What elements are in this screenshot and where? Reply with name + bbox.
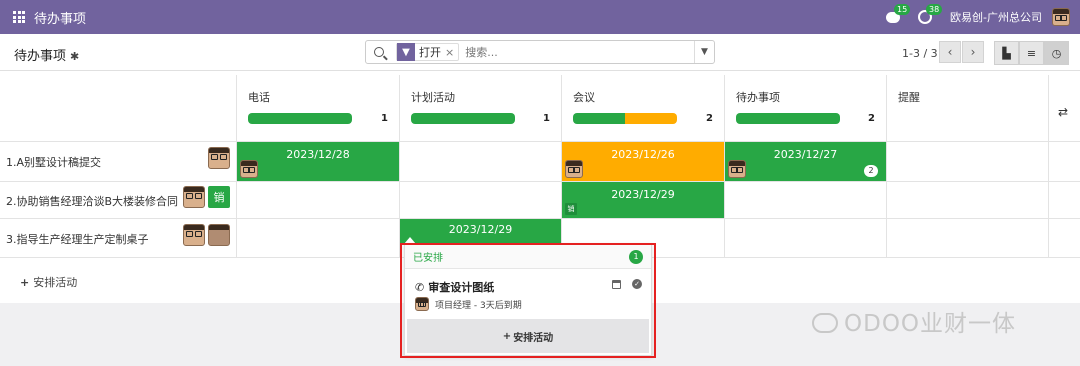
watermark: ODOO业财一体 (812, 304, 1016, 338)
filter-facet-value: 打开 (419, 46, 441, 59)
row-label[interactable]: 1.A别墅设计稿提交 (6, 154, 101, 170)
column-count-planned: 1 (543, 113, 550, 124)
pager-next-button[interactable]: › (962, 41, 984, 63)
filter-facet[interactable]: ▼ 打开 × (396, 43, 460, 61)
activity-clock-icon[interactable]: 38 (918, 4, 943, 24)
filter-remove-icon[interactable]: × (445, 46, 458, 59)
cell-avatar (565, 160, 583, 178)
breadcrumb: 待办事项 ✱ (14, 45, 79, 64)
gear-icon[interactable]: ✱ (70, 50, 79, 63)
search-options-toggle[interactable]: ▼ (694, 41, 714, 63)
column-header-reminder: 提醒 (898, 91, 920, 104)
cell-avatar (240, 160, 258, 178)
column-header-planned: 计划活动 (411, 91, 455, 104)
column-count-meeting: 2 (706, 113, 713, 124)
activity-view-icon[interactable]: ◷ (1044, 41, 1069, 65)
activity-cell[interactable]: 2023/12/28 (237, 142, 399, 181)
progress-segment-planned[interactable] (248, 113, 352, 124)
activity-cell[interactable]: 2023/12/29 销 (562, 182, 724, 218)
search-input[interactable] (465, 45, 694, 59)
user-avatar[interactable] (1052, 8, 1070, 26)
row-label[interactable]: 2.协助销售经理洽谈B大楼装修合同 (6, 193, 178, 209)
progress-bar-phone[interactable] (248, 113, 352, 124)
highlight-box (400, 243, 656, 358)
activity-count-badge: 38 (926, 4, 943, 15)
column-header-phone: 电话 (248, 91, 270, 104)
column-count-todo: 2 (868, 113, 875, 124)
row-avatar (183, 186, 205, 208)
page-title: 待办事项 (14, 49, 67, 64)
progress-bar-meeting[interactable] (573, 113, 677, 124)
row-label[interactable]: 3.指导生产经理生产定制桌子 (6, 231, 149, 247)
cell-date: 2023/12/26 (611, 148, 675, 161)
chat-count-badge: 15 (894, 4, 911, 15)
progress-segment-planned[interactable] (411, 113, 515, 124)
column-count-phone: 1 (381, 113, 388, 124)
cell-count-badge: 2 (864, 165, 878, 177)
row-avatar (208, 147, 230, 169)
activity-cell[interactable]: 2023/12/27 2 (725, 142, 886, 181)
chat-icon[interactable]: 15 (886, 4, 911, 24)
sales-team-badge: 销 (208, 186, 230, 208)
progress-segment-today[interactable] (625, 113, 677, 124)
schedule-activity-label: 安排活动 (33, 276, 78, 289)
list-icon[interactable]: ≡ (1019, 41, 1044, 65)
cell-date: 2023/12/27 (773, 148, 838, 161)
company-switcher[interactable]: 欧易创-广州总公司 (950, 9, 1042, 25)
cell-avatar (728, 160, 746, 178)
row-avatar (183, 224, 205, 246)
column-header-meeting: 会议 (573, 91, 595, 104)
settings-sliders-icon[interactable]: ⇄ (1058, 105, 1068, 119)
top-navbar: 待办事项 15 38 欧易创-广州总公司 (0, 0, 1080, 34)
activity-cell[interactable]: 2023/12/29 (400, 219, 561, 243)
wechat-icon (812, 313, 838, 333)
cell-date: 2023/12/29 (611, 188, 675, 201)
filter-icon: ▼ (397, 43, 415, 61)
column-header-todo: 待办事项 (736, 91, 780, 104)
cell-sales-tag: 销 (565, 203, 577, 215)
activity-cell[interactable]: 2023/12/26 (562, 142, 724, 181)
pager-value[interactable]: 1-3 / 3 (902, 47, 938, 60)
kanban-icon[interactable]: ▙ (994, 41, 1019, 65)
progress-bar-todo[interactable] (736, 113, 840, 124)
control-panel: 待办事项✱ ▼ 打开 × ▼ 1-3 / 3 ‹ › ▙ ≡ ◷ (0, 34, 1080, 71)
progress-segment-planned[interactable] (736, 113, 840, 124)
search-bar[interactable]: ▼ 打开 × ▼ (365, 40, 715, 64)
schedule-activity-link[interactable]: + 安排活动 (20, 274, 77, 290)
row-avatar (208, 224, 230, 246)
cell-date: 2023/12/28 (286, 148, 350, 161)
progress-bar-planned[interactable] (411, 113, 515, 124)
apps-icon[interactable] (13, 11, 25, 23)
pager-previous-button[interactable]: ‹ (939, 41, 961, 63)
watermark-text: ODOO业财一体 (844, 311, 1017, 337)
cell-date: 2023/12/29 (448, 223, 513, 236)
app-title[interactable]: 待办事项 (34, 8, 86, 27)
progress-segment-planned[interactable] (573, 113, 625, 124)
search-icon[interactable] (374, 47, 384, 57)
plus-icon: + (20, 276, 30, 289)
